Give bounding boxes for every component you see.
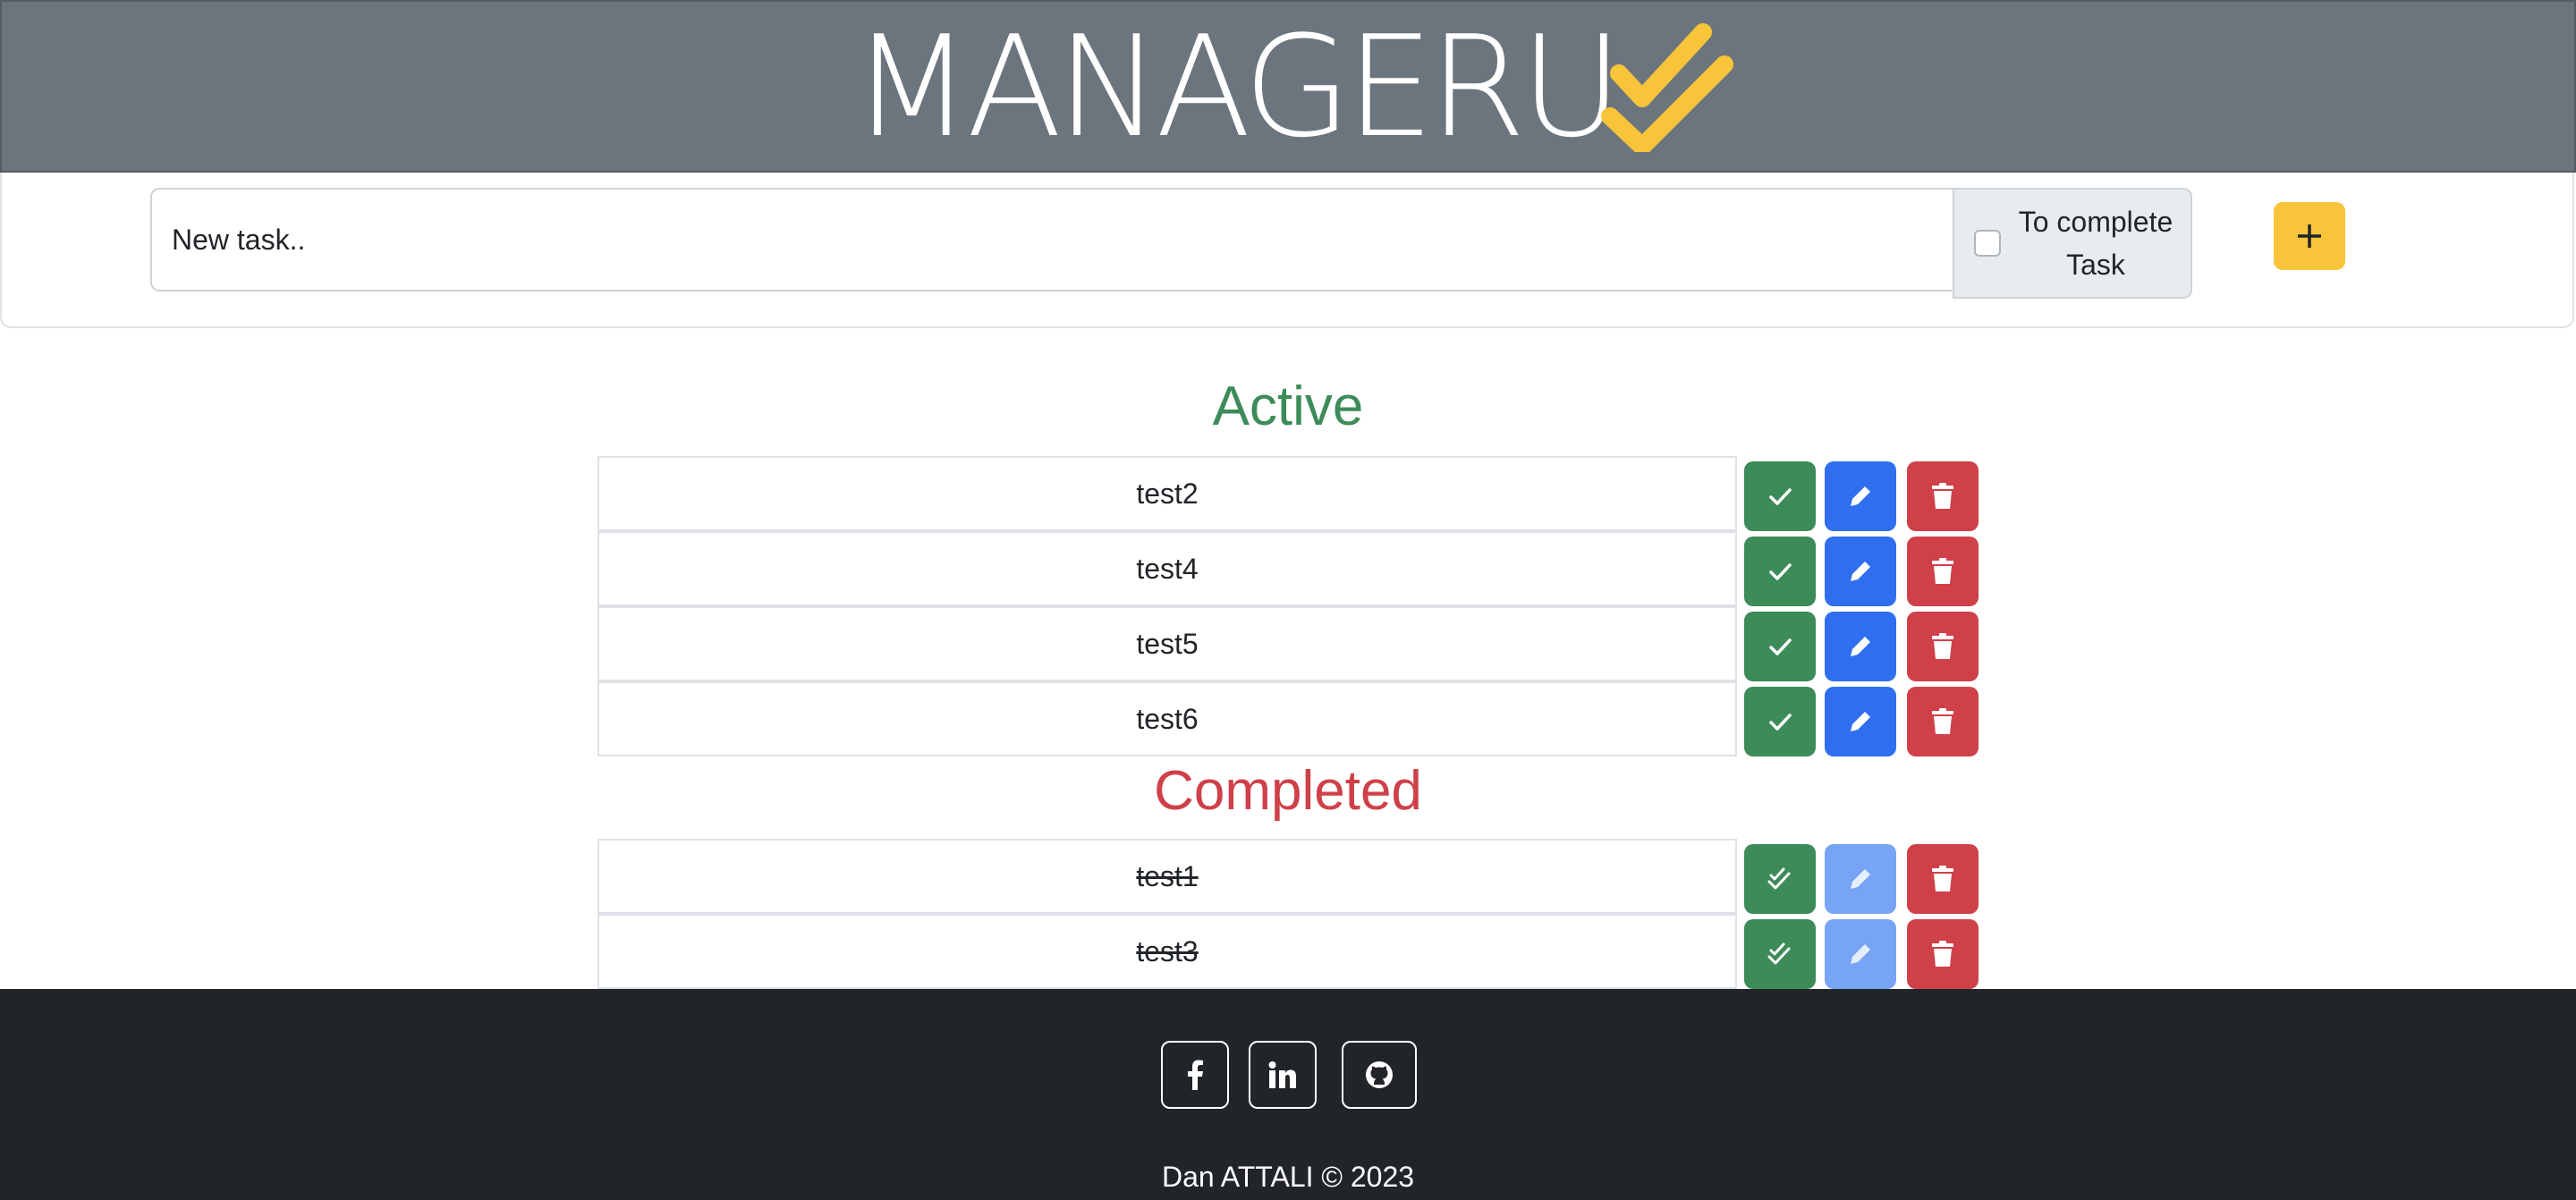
task-label: test6 bbox=[597, 681, 1737, 756]
active-section-title: Active bbox=[1212, 376, 1364, 437]
new-task-input[interactable] bbox=[150, 188, 1953, 292]
trash-icon bbox=[1932, 941, 1953, 967]
delete-task-button[interactable] bbox=[1907, 844, 1979, 914]
double-check-logo-icon bbox=[1601, 23, 1733, 152]
active-task-row: test2 bbox=[597, 456, 1980, 531]
complete-task-button[interactable] bbox=[1744, 687, 1816, 756]
trash-icon bbox=[1932, 866, 1953, 892]
completed-task-row: test1 bbox=[597, 839, 1980, 914]
brand-title: MANAGERU bbox=[852, 5, 1623, 168]
check-icon bbox=[1769, 638, 1792, 655]
app-footer: Dan ATTALI © 2023 bbox=[0, 989, 2576, 1200]
delete-task-button[interactable] bbox=[1907, 537, 1979, 606]
task-label: test2 bbox=[597, 456, 1737, 531]
delete-task-button[interactable] bbox=[1907, 461, 1979, 531]
pencil-icon bbox=[1851, 869, 1870, 889]
uncomplete-task-button[interactable] bbox=[1744, 844, 1816, 914]
trash-icon bbox=[1932, 558, 1953, 584]
task-label: test4 bbox=[597, 531, 1737, 606]
double-check-icon bbox=[1767, 867, 1791, 890]
completed-section-title: Completed bbox=[1154, 760, 1422, 822]
to-complete-label: To complete Task bbox=[2018, 206, 2174, 281]
linkedin-icon bbox=[1268, 1061, 1296, 1088]
pencil-icon bbox=[1851, 637, 1870, 656]
pencil-icon bbox=[1851, 486, 1870, 506]
edit-task-button-disabled bbox=[1825, 844, 1896, 914]
trash-icon bbox=[1932, 633, 1953, 659]
delete-task-button[interactable] bbox=[1907, 919, 1979, 989]
active-task-row: test5 bbox=[597, 606, 1980, 681]
completed-task-row: test3 bbox=[597, 914, 1980, 989]
app-header: MANAGERU bbox=[0, 0, 2576, 173]
edit-task-button[interactable] bbox=[1825, 612, 1896, 681]
complete-task-button[interactable] bbox=[1744, 461, 1816, 531]
to-complete-checkbox[interactable] bbox=[1974, 230, 2001, 257]
delete-task-button[interactable] bbox=[1907, 687, 1979, 756]
active-task-row: test6 bbox=[597, 681, 1980, 756]
task-label: test3 bbox=[597, 914, 1737, 989]
github-icon bbox=[1366, 1061, 1393, 1088]
plus-icon bbox=[2298, 224, 2321, 248]
pencil-icon bbox=[1851, 562, 1870, 581]
double-check-icon bbox=[1767, 942, 1791, 965]
add-task-button[interactable] bbox=[2274, 202, 2345, 270]
check-icon bbox=[1769, 488, 1792, 505]
copyright: Dan ATTALI © 2023 bbox=[1161, 1161, 1415, 1193]
check-icon bbox=[1769, 714, 1792, 731]
github-link[interactable] bbox=[1342, 1041, 1417, 1109]
task-label: test5 bbox=[597, 606, 1737, 681]
uncomplete-task-button[interactable] bbox=[1744, 919, 1816, 989]
task-label: test1 bbox=[597, 839, 1737, 914]
edit-task-button[interactable] bbox=[1825, 537, 1896, 606]
check-icon bbox=[1769, 563, 1792, 580]
linkedin-link[interactable] bbox=[1249, 1041, 1317, 1109]
edit-task-button[interactable] bbox=[1825, 461, 1896, 531]
edit-task-button-disabled bbox=[1825, 919, 1896, 989]
facebook-icon bbox=[1188, 1060, 1203, 1090]
pencil-icon bbox=[1851, 712, 1870, 731]
complete-task-button[interactable] bbox=[1744, 537, 1816, 606]
to-complete-toggle[interactable]: To complete Task bbox=[1953, 188, 2192, 299]
trash-icon bbox=[1932, 483, 1953, 509]
complete-task-button[interactable] bbox=[1744, 612, 1816, 681]
delete-task-button[interactable] bbox=[1907, 612, 1979, 681]
facebook-link[interactable] bbox=[1161, 1041, 1229, 1109]
edit-task-button[interactable] bbox=[1825, 687, 1896, 756]
active-task-row: test4 bbox=[597, 531, 1980, 606]
brand: MANAGERU bbox=[852, 5, 1733, 168]
pencil-icon bbox=[1851, 944, 1870, 964]
trash-icon bbox=[1932, 708, 1953, 734]
